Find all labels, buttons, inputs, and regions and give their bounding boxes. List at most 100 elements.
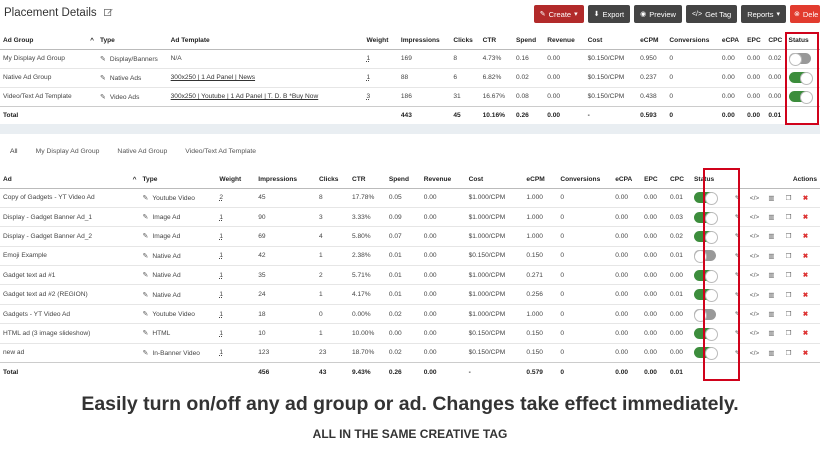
ad-name[interactable]: Gadget text ad #1 — [0, 265, 140, 285]
copy-icon[interactable]: ❐ — [783, 310, 794, 318]
delete-icon[interactable]: ✖ — [800, 310, 811, 318]
col-ad-template[interactable]: Ad Template — [167, 33, 364, 50]
stats-icon[interactable]: ▥ — [766, 310, 777, 318]
tab-all[interactable]: All — [0, 144, 26, 162]
get-tag-button[interactable]: </> Get Tag — [685, 5, 738, 23]
pencil-icon[interactable]: ✎ — [143, 329, 149, 337]
pencil-icon[interactable]: ✎ — [143, 252, 149, 260]
ad-group-name[interactable]: Video/Text Ad Template — [0, 86, 97, 106]
col-ecpa[interactable]: eCPA — [612, 171, 642, 189]
ad-name[interactable]: Gadgets - YT Video Ad — [0, 303, 140, 324]
weight-value[interactable]: 1 — [363, 48, 398, 68]
delete-icon[interactable]: ✖ — [800, 213, 811, 221]
weight-value[interactable]: 1 — [216, 284, 256, 305]
stats-icon[interactable]: ▥ — [766, 271, 777, 279]
ad-template-link[interactable]: 300x250 | 1 Ad Panel | News — [171, 74, 255, 81]
col-revenue[interactable]: Revenue — [420, 171, 466, 189]
export-button[interactable]: ⬇ Export — [587, 5, 631, 23]
edit-icon[interactable] — [103, 8, 113, 17]
copy-icon[interactable]: ❐ — [783, 232, 794, 240]
ad-group-name[interactable]: Native Ad Group — [0, 67, 97, 87]
weight-value[interactable]: 1 — [216, 265, 256, 285]
delete-icon[interactable]: ✖ — [800, 329, 811, 337]
ad-name[interactable]: Emoji Example — [0, 245, 140, 266]
pencil-icon[interactable]: ✎ — [143, 271, 149, 279]
tab-native-ad-group[interactable]: Native Ad Group — [107, 144, 175, 162]
col-cost[interactable]: Cost — [584, 33, 638, 50]
col-weight[interactable]: Weight — [216, 171, 256, 189]
code-icon[interactable]: </> — [749, 292, 760, 299]
stats-icon[interactable]: ▥ — [766, 349, 777, 357]
col-type[interactable]: Type — [139, 171, 217, 189]
ad-template-link[interactable]: 300x250 | Youtube | 1 Ad Panel | T. D. B… — [171, 93, 319, 100]
col-clicks[interactable]: Clicks — [450, 33, 480, 50]
col-conversions[interactable]: Conversions — [666, 33, 719, 50]
create-button[interactable]: ✎ Create ▾ — [533, 5, 584, 23]
col-spend[interactable]: Spend — [512, 33, 545, 50]
stats-icon[interactable]: ▥ — [766, 252, 777, 260]
delete-icon[interactable]: ✖ — [800, 271, 811, 279]
stats-icon[interactable]: ▥ — [766, 194, 777, 202]
copy-icon[interactable]: ❐ — [783, 349, 794, 357]
pencil-icon[interactable]: ✎ — [143, 310, 149, 318]
weight-value[interactable]: 1 — [216, 342, 256, 363]
code-icon[interactable]: </> — [749, 214, 760, 221]
pencil-icon[interactable]: ✎ — [143, 291, 149, 299]
col-ctr[interactable]: CTR — [348, 171, 386, 189]
stats-icon[interactable]: ▥ — [766, 232, 777, 240]
pencil-icon[interactable]: ✎ — [143, 349, 149, 357]
weight-value[interactable]: 1 — [216, 303, 256, 324]
ad-name[interactable]: HTML ad (3 image slideshow) — [0, 323, 140, 344]
ad-name[interactable]: Display - Gadget Banner Ad_1 — [0, 206, 140, 227]
delete-icon[interactable]: ✖ — [800, 291, 811, 299]
delete-icon[interactable]: ✖ — [800, 232, 811, 240]
pencil-icon[interactable]: ✎ — [100, 74, 106, 82]
weight-value[interactable]: 1 — [216, 226, 256, 247]
tab-video-text-ad-template[interactable]: Video/Text Ad Template — [175, 144, 264, 162]
col-weight[interactable]: Weight — [363, 33, 398, 50]
stats-icon[interactable]: ▥ — [766, 329, 777, 337]
pencil-icon[interactable]: ✎ — [143, 194, 149, 202]
col-ecpm[interactable]: eCPM — [523, 171, 558, 189]
weight-value[interactable]: 1 — [363, 67, 398, 87]
stats-icon[interactable]: ▥ — [766, 291, 777, 299]
code-icon[interactable]: </> — [749, 253, 760, 260]
ad-name[interactable]: Gadget text ad #2 (REGION) — [0, 284, 140, 305]
col-spend[interactable]: Spend — [385, 171, 421, 189]
preview-button[interactable]: ◉ Preview — [634, 5, 682, 23]
code-icon[interactable]: </> — [749, 330, 760, 337]
copy-icon[interactable]: ❐ — [783, 329, 794, 337]
copy-icon[interactable]: ❐ — [783, 291, 794, 299]
delete-icon[interactable]: ✖ — [800, 252, 811, 260]
col-ecpm[interactable]: eCPM — [637, 33, 667, 50]
ad-name[interactable]: Copy of Gadgets - YT Video Ad — [0, 187, 140, 208]
col-clicks[interactable]: Clicks — [316, 171, 349, 189]
ad-group-name[interactable]: My Display Ad Group — [0, 48, 97, 68]
reports-button[interactable]: Reports ▾ — [741, 5, 786, 23]
code-icon[interactable]: </> — [749, 233, 760, 240]
copy-icon[interactable]: ❐ — [783, 271, 794, 279]
col-epc[interactable]: EPC — [641, 171, 668, 189]
ad-name[interactable]: new ad — [0, 342, 140, 363]
col-cpc[interactable]: CPC — [667, 171, 691, 189]
code-icon[interactable]: </> — [749, 195, 760, 202]
copy-icon[interactable]: ❐ — [783, 213, 794, 221]
code-icon[interactable]: </> — [749, 311, 760, 318]
col-ad[interactable]: Ad ^ — [0, 171, 140, 189]
col-type[interactable]: Type — [96, 33, 168, 50]
delete-icon[interactable]: ✖ — [800, 194, 811, 202]
weight-value[interactable]: 1 — [216, 323, 256, 344]
col-ecpa[interactable]: eCPA — [718, 33, 745, 50]
pencil-icon[interactable]: ✎ — [143, 213, 149, 221]
delete-button[interactable]: ⊗ Dele — [790, 5, 820, 23]
code-icon[interactable]: </> — [749, 350, 760, 357]
col-ad-group[interactable]: Ad Group ^ — [0, 33, 97, 50]
tab-my-display-ad-group[interactable]: My Display Ad Group — [26, 144, 108, 162]
ad-template[interactable]: 300x250 | Youtube | 1 Ad Panel | T. D. B… — [167, 86, 364, 106]
col-conversions[interactable]: Conversions — [557, 171, 613, 189]
col-cpc[interactable]: CPC — [765, 33, 786, 50]
ad-name[interactable]: Display - Gadget Banner Ad_2 — [0, 226, 140, 247]
weight-value[interactable]: 1 — [216, 245, 256, 266]
delete-icon[interactable]: ✖ — [800, 349, 811, 357]
pencil-icon[interactable]: ✎ — [100, 55, 106, 63]
